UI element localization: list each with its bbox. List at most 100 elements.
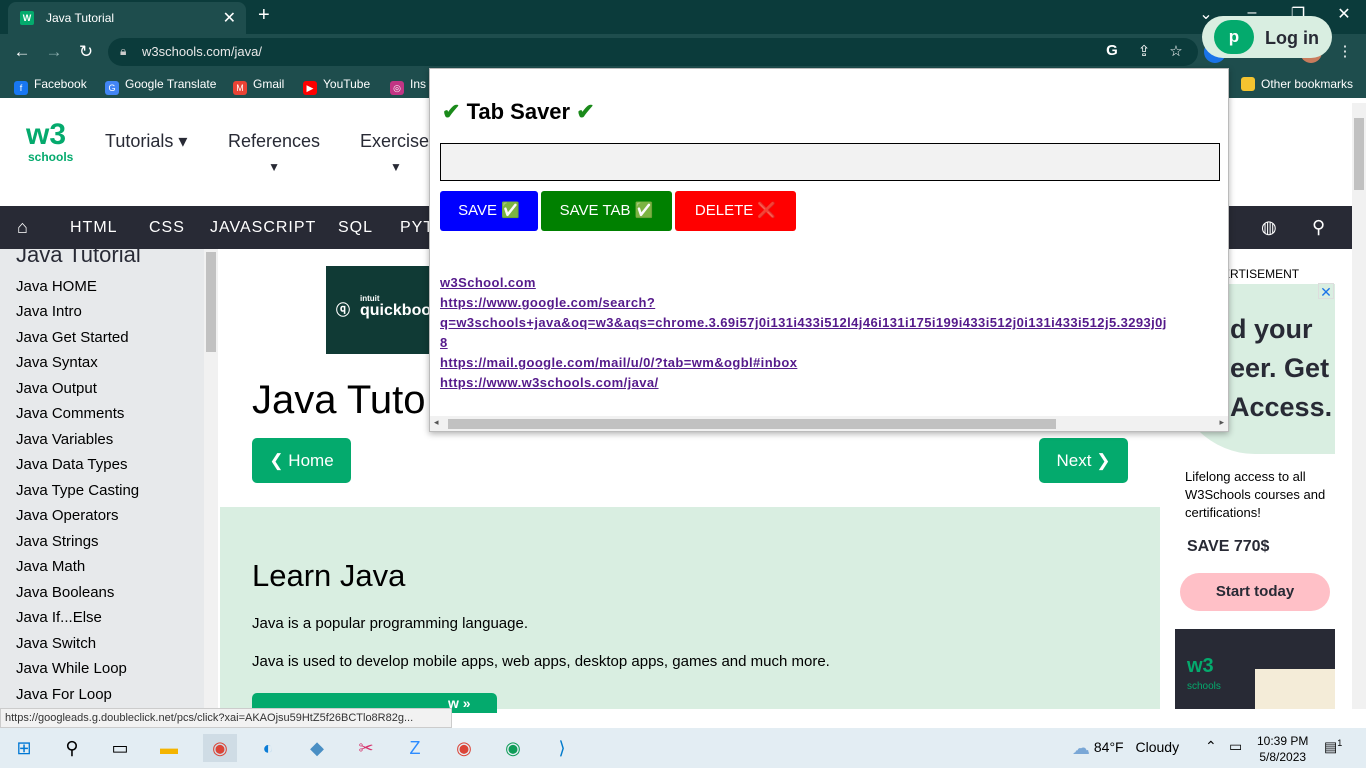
sidebar-item[interactable]: Java Switch (16, 635, 96, 652)
reload-icon[interactable]: ↻ (74, 42, 98, 62)
saved-link[interactable]: 8 (440, 333, 1228, 353)
menu-exercises[interactable]: Exercises ▼ (360, 131, 438, 174)
google-icon[interactable]: G (1101, 42, 1123, 59)
network-icon[interactable]: ▭ (1229, 738, 1242, 755)
tab-title: Java Tutorial (46, 11, 115, 25)
saved-link[interactable]: https://www.google.com/search? (440, 293, 1228, 313)
login-button[interactable]: Log in (1265, 28, 1319, 49)
bookmark-facebook[interactable]: f Facebook (14, 77, 87, 95)
sidebar-item[interactable]: Java Math (16, 558, 85, 575)
menu-tutorials[interactable]: Tutorials ▾ (105, 131, 187, 152)
page-scrollbar[interactable] (1352, 103, 1366, 709)
search-icon[interactable]: ⚲ (55, 734, 89, 762)
sidebar-item[interactable]: Java Data Types (16, 456, 127, 473)
sidebar-item[interactable]: Java Output (16, 380, 97, 397)
save-tab-button[interactable]: SAVE TAB ✅ (541, 191, 672, 231)
sidebar-item[interactable]: Java Intro (16, 303, 82, 320)
saved-link[interactable]: w3School.com (440, 273, 1228, 293)
tab-saver-popup: ✔ Tab Saver ✔ SAVE ✅ SAVE TAB ✅ DELETE ❌… (429, 68, 1229, 432)
share-icon[interactable]: ⇪ (1133, 42, 1155, 60)
bookmark-instagram[interactable]: ◎ Ins (390, 77, 426, 95)
chrome-icon[interactable]: ◉ (496, 734, 530, 762)
chrome-active-icon[interactable]: ◉ (203, 734, 237, 762)
quickbooks-ad[interactable]: ⓠ intuit quickbooks (326, 266, 449, 354)
sidebar-item[interactable]: Java Syntax (16, 354, 98, 371)
youtube-icon: ▶ (303, 81, 317, 95)
notification-icon[interactable]: ▤1 (1324, 738, 1342, 756)
delete-button[interactable]: DELETE ❌ (675, 191, 796, 231)
bookmark-gmail[interactable]: M Gmail (233, 77, 284, 95)
topnav-javascript[interactable]: JAVASCRIPT (210, 219, 316, 237)
learn-heading: Learn Java (252, 558, 406, 593)
back-icon[interactable]: ← (10, 42, 34, 62)
sidebar-item[interactable]: Java While Loop (16, 660, 127, 677)
popup-scroll-thumb[interactable] (448, 419, 1056, 429)
scroll-right-icon[interactable]: ▸ (1219, 417, 1224, 428)
sidebar-item[interactable]: Java If...Else (16, 609, 102, 626)
browser-tab[interactable]: W Java Tutorial ✕ (8, 2, 246, 34)
learn-paragraph: Java is a popular programming language. (252, 615, 528, 632)
sidebar-item[interactable]: Java Comments (16, 405, 124, 422)
w3schools-logo[interactable]: w3 schools (26, 120, 74, 166)
sidebar-item[interactable]: Java For Loop (16, 686, 112, 703)
clock[interactable]: 10:39 PM 5/8/2023 (1257, 733, 1308, 765)
saved-link[interactable]: https://www.w3schools.com/java/ (440, 373, 1228, 393)
bookmark-youtube[interactable]: ▶ YouTube (303, 77, 370, 95)
signup-button[interactable]: p (1214, 20, 1254, 54)
popup-title: ✔ Tab Saver ✔ (442, 99, 595, 124)
scroll-left-icon[interactable]: ◂ (434, 417, 439, 428)
other-bookmarks[interactable]: Other bookmarks (1241, 77, 1353, 91)
sidebar-item[interactable]: Java Operators (16, 507, 119, 524)
sidebar-item[interactable]: Java Type Casting (16, 482, 139, 499)
bookmark-star-icon[interactable]: ☆ (1165, 42, 1187, 60)
close-window-icon[interactable]: ✕ (1324, 4, 1364, 24)
file-explorer-icon[interactable]: ▬ (152, 734, 186, 762)
weather-widget[interactable]: ☁ 84°F Cloudy (1072, 738, 1179, 759)
bookmark-google-translate[interactable]: G Google Translate (105, 77, 216, 95)
sidebar-item[interactable]: Java Variables (16, 431, 113, 448)
saved-links-list: w3School.com https://www.google.com/sear… (440, 273, 1228, 393)
home-icon[interactable]: ⌂ (17, 217, 29, 238)
task-view-icon[interactable]: ▭ (103, 734, 137, 762)
app-icon[interactable]: ◆ (300, 734, 334, 762)
windows-start-icon[interactable]: ⊞ (7, 734, 41, 762)
saved-link[interactable]: q=w3schools+java&oq=w3&aqs=chrome.3.69i5… (440, 313, 1228, 333)
edge-icon[interactable]: ◐ (251, 734, 285, 762)
sidebar-scroll-thumb[interactable] (206, 252, 216, 352)
sidebar-item[interactable]: Java Get Started (16, 329, 129, 346)
zoom-icon[interactable]: Z (398, 734, 432, 762)
ad-headline: d your eer. Get Access. (1230, 314, 1333, 422)
search-icon[interactable]: ⚲ (1312, 217, 1326, 238)
status-url: https://googleads.g.doubleclick.net/pcs/… (0, 708, 452, 728)
page-scroll-thumb[interactable] (1354, 118, 1364, 190)
close-tab-icon[interactable]: ✕ (223, 8, 236, 28)
tray-chevron-up-icon[interactable]: ⌃ (1205, 738, 1217, 755)
topnav-html[interactable]: HTML (70, 219, 118, 237)
home-button[interactable]: ❮ Home (252, 438, 351, 483)
globe-icon[interactable]: ◍ (1261, 217, 1278, 238)
start-today-button[interactable]: Start today (1180, 573, 1330, 611)
chrome-menu-icon[interactable]: ⋮ (1334, 42, 1356, 60)
popup-horizontal-scrollbar[interactable]: ◂ ▸ (430, 416, 1228, 431)
vscode-icon[interactable]: ⟩ (545, 734, 579, 762)
sidebar-item[interactable]: Java HOME (16, 278, 97, 295)
topnav-sql[interactable]: SQL (338, 219, 373, 237)
topnav-css[interactable]: CSS (149, 219, 185, 237)
saved-link[interactable]: https://mail.google.com/mail/u/0/?tab=wm… (440, 353, 1228, 373)
lock-icon: 🔒︎ (120, 44, 127, 58)
tab-bar: W Java Tutorial ✕ + ⌄ – ❐ ✕ (0, 0, 1366, 34)
facebook-icon: f (14, 81, 28, 95)
omnibox[interactable]: 🔒︎ w3schools.com/java/ (108, 38, 1198, 66)
tab-name-input[interactable] (440, 143, 1220, 181)
close-ad-icon[interactable]: ✕ (1318, 283, 1334, 300)
new-tab-icon[interactable]: + (258, 4, 270, 27)
menu-references[interactable]: References ▼ (228, 131, 320, 174)
forward-icon[interactable]: → (42, 42, 66, 62)
snipping-tool-icon[interactable]: ✂ (349, 734, 383, 762)
ad-banner-image[interactable]: w3 schools (1175, 629, 1335, 709)
sidebar-item[interactable]: Java Booleans (16, 584, 114, 601)
next-button[interactable]: Next ❯ (1039, 438, 1128, 483)
sidebar-item[interactable]: Java Strings (16, 533, 99, 550)
save-button[interactable]: SAVE ✅ (440, 191, 538, 231)
chrome-profile-icon[interactable]: ◉ (447, 734, 481, 762)
